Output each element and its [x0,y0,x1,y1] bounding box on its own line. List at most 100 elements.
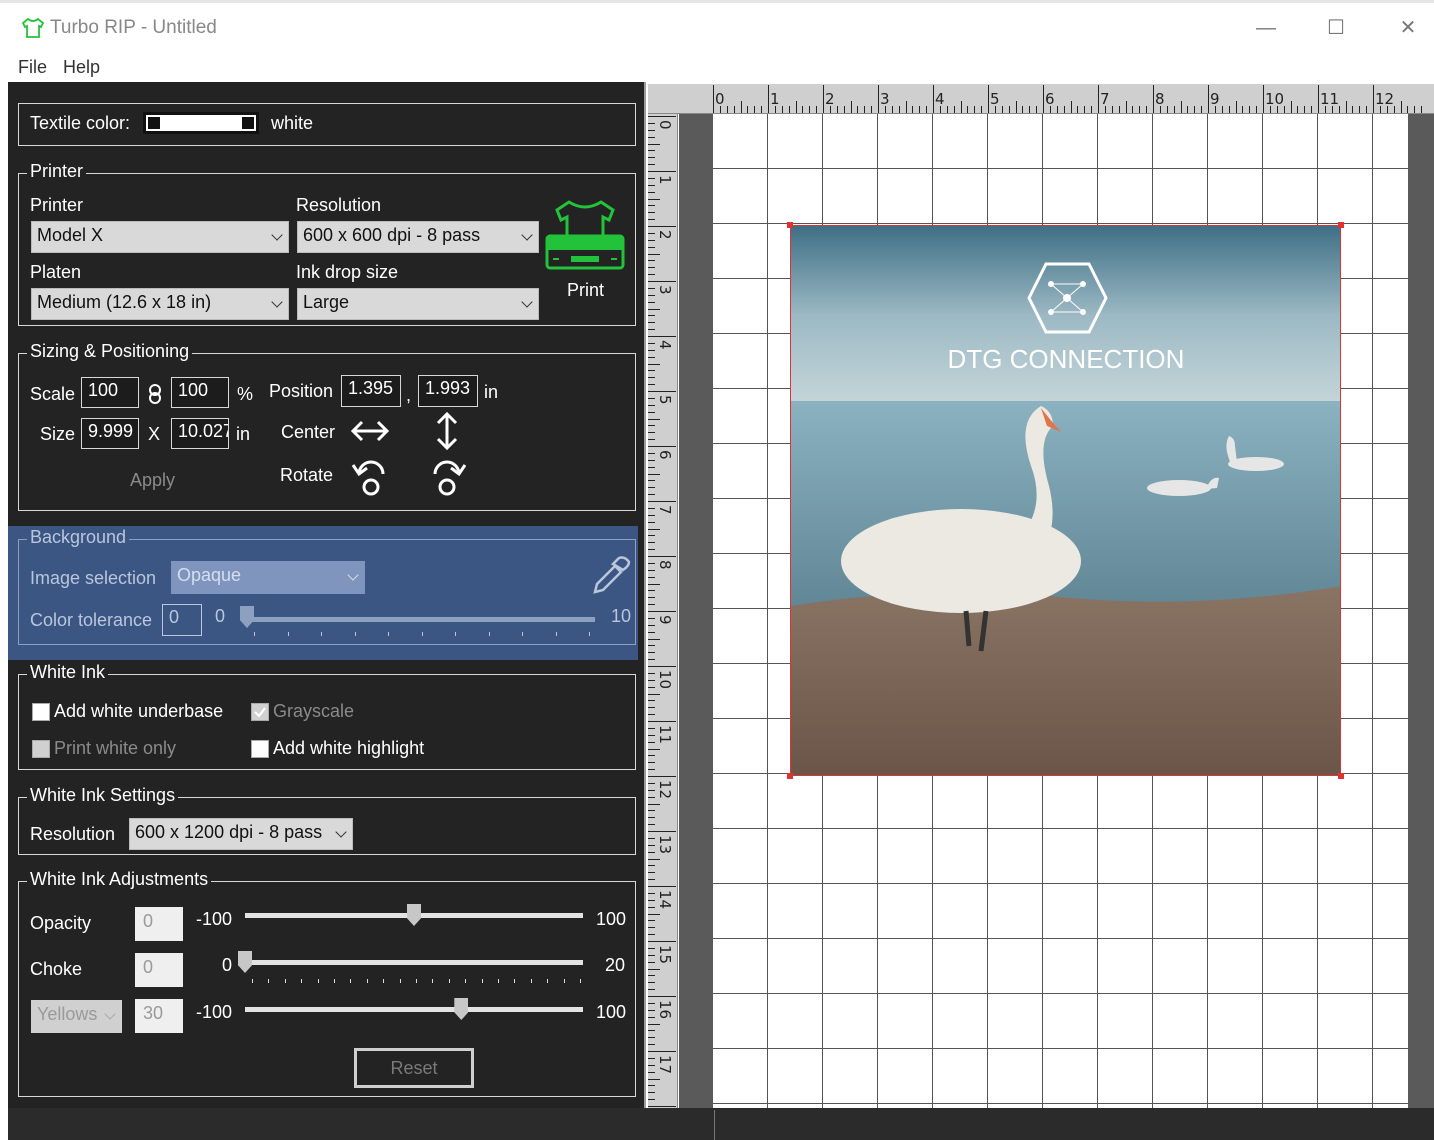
center-vertical-icon[interactable] [434,410,460,452]
ruler-tick [1098,85,1099,113]
lock-ratio-icon[interactable] [148,384,162,404]
ruler-tick [648,157,655,159]
menu-file[interactable]: File [18,57,47,78]
minimize-button[interactable]: — [1254,16,1278,40]
ruler-tick [648,150,655,152]
ink-drop-select[interactable]: Large [297,288,539,320]
slider-tick [388,632,389,636]
ruler-tick [648,782,655,784]
slider-tick [350,979,352,983]
grayscale-checkbox[interactable] [251,703,269,721]
ruler-number: 6 [656,450,674,460]
ruler-tick [648,1057,655,1059]
choke-input[interactable]: 0 [135,953,183,987]
ruler-tick [648,528,660,530]
ruler-number: 5 [656,395,674,405]
ruler-tick [648,617,655,619]
ruler-tick [1208,85,1209,113]
resize-handle[interactable] [787,222,793,228]
opacity-input[interactable]: 0 [135,907,183,941]
white-ink-group: White Ink Add white underbase Grayscale … [18,662,636,770]
scale-y-input[interactable]: 100 [171,377,229,408]
reset-button[interactable]: Reset [354,1048,474,1088]
choke-slider-track[interactable] [245,960,583,965]
color-range-select[interactable]: Yellows [31,1000,122,1033]
ruler-tick [648,755,655,757]
artwork-image[interactable]: DTG CONNECTION [790,225,1341,776]
ruler-tick [1304,106,1306,113]
resize-handle[interactable] [1338,773,1344,779]
ruler-tick [648,1023,660,1025]
resize-handle[interactable] [1338,222,1344,228]
ruler-tick [1290,101,1292,113]
ruler-tick [648,741,655,743]
ruler-tick [648,638,660,640]
ruler-tick [960,101,962,113]
ruler-tick [726,106,728,113]
ruler-tick [648,274,655,276]
ruler-number: 9 [656,615,674,625]
ruler-tick [648,803,660,805]
scale-x-input[interactable]: 100 [81,377,139,408]
slider-tick [547,979,549,983]
center-horizontal-icon[interactable] [349,418,391,444]
slider-tick [416,979,417,983]
chevron-down-icon [104,1008,116,1020]
position-x-input[interactable]: 1.395 [341,375,401,407]
ruler-tick [898,106,900,113]
ruler-tick [648,941,676,942]
tolerance-slider-track[interactable] [247,617,595,622]
ruler-tick [648,342,655,344]
resolution-select[interactable]: 600 x 600 dpi - 8 pass [297,221,539,253]
ruler-tick [648,982,655,984]
ruler-tick [1043,85,1044,113]
color-range-input[interactable]: 30 [135,999,183,1033]
ruler-tick [1049,106,1051,113]
slider-tick [580,979,581,983]
ruler-tick [648,1002,655,1004]
ruler-tick [648,322,655,324]
ruler-number: 4 [656,340,674,350]
ruler-tick [648,989,655,991]
image-selection-select[interactable]: Opaque [171,561,365,594]
underbase-checkbox[interactable] [32,703,50,721]
color-range-slider-track[interactable] [245,1007,583,1012]
ruler-tick [648,205,655,207]
settings-panel: Textile color: white Printer Printer Mod… [8,82,646,1108]
opacity-slider-thumb[interactable] [407,904,421,926]
ruler-tick [648,851,655,853]
platen-select[interactable]: Medium (12.6 x 18 in) [31,288,289,320]
position-y-input[interactable]: 1.993 [418,375,478,407]
ruler-tick [648,611,676,612]
resize-handle[interactable] [787,773,793,779]
rotate-left-icon[interactable] [349,452,393,498]
size-height-input[interactable]: 10.027 [171,418,229,449]
textile-color-swatch[interactable] [143,112,259,134]
white-resolution-select[interactable]: 600 x 1200 dpi - 8 pass [129,818,353,850]
ruler-tick [939,106,941,113]
highlight-checkbox[interactable] [251,740,269,758]
choke-slider-thumb[interactable] [238,951,252,973]
choke-max: 20 [605,955,626,975]
close-button[interactable]: ✕ [1396,16,1420,40]
maximize-button[interactable]: ☐ [1324,16,1348,40]
ruler-tick [648,824,655,826]
print-white-only-checkbox[interactable] [32,740,50,758]
slider-tick [334,979,335,983]
print-button[interactable]: Print [543,196,627,306]
color-range-slider-thumb[interactable] [454,998,469,1020]
platen-select-value: Medium (12.6 x 18 in) [37,292,212,312]
menu-help[interactable]: Help [63,57,100,78]
tolerance-slider-thumb[interactable] [240,606,254,628]
size-width-input[interactable]: 9.999 [81,418,139,449]
ruler-tick [648,281,676,282]
color-tolerance-input[interactable]: 0 [162,604,202,636]
rotate-right-icon[interactable] [425,452,469,498]
printer-select[interactable]: Model X [31,221,289,253]
ruler-tick [648,391,676,392]
ruler-tick [648,439,655,441]
ruler-number: 11 [656,725,674,745]
ruler-tick [1173,106,1175,113]
apply-button[interactable]: Apply [130,470,175,491]
eyedropper-icon[interactable] [589,556,631,598]
